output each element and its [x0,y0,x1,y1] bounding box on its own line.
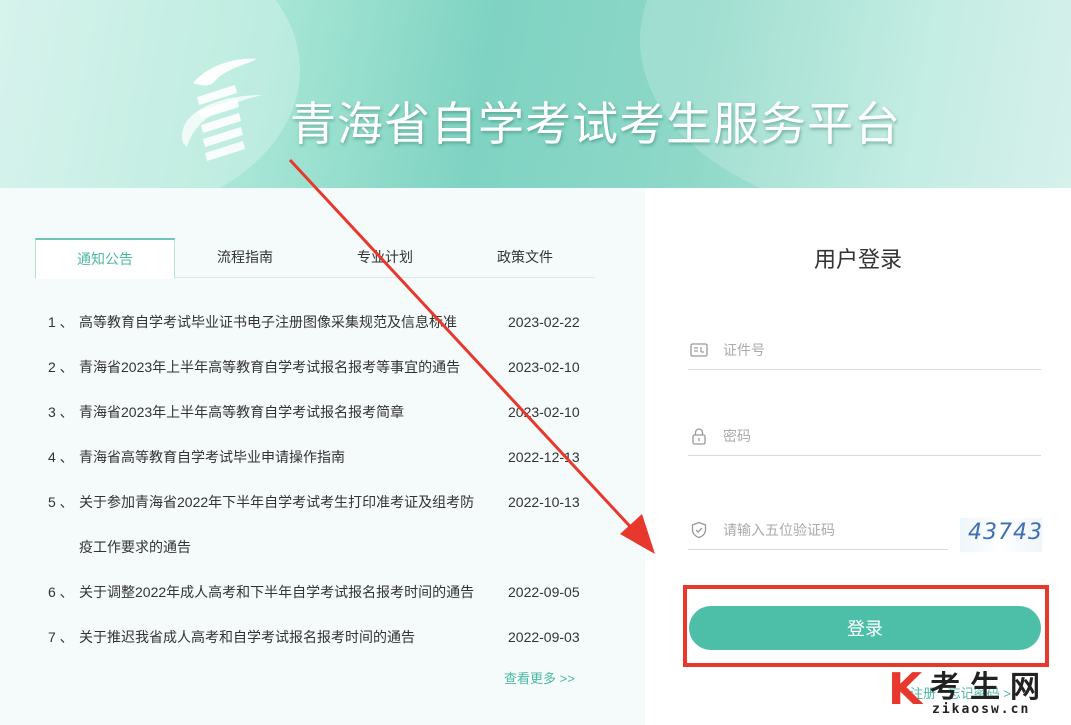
shield-check-icon [691,521,707,539]
list-item-number: 2 、 [48,359,74,375]
id-number-field [688,330,1041,370]
tab-policy-documents[interactable]: 政策文件 [455,238,595,279]
login-title: 用户登录 [813,247,902,272]
zikao-logo-icon [181,58,263,161]
list-item-link[interactable]: 关于调整2022年成人高考和下半年自学考试报名报考时间的通告 [79,570,479,615]
list-item-date: 2022-09-05 [508,584,580,600]
tab-major-plans[interactable]: 专业计划 [315,238,455,279]
list-item-date: 2023-02-10 [508,359,580,375]
list-item: 4 、 青海省高等教育自学考试毕业申请操作指南 2022-12-13 [48,435,608,480]
lock-icon [692,428,706,445]
watermark-site: zikaosw.cn [932,702,1031,717]
list-item-number: 5 、 [48,494,74,510]
list-item: 2 、 青海省2023年上半年高等教育自学考试报名报考等事宜的通告 2023-0… [48,345,608,390]
tab-notices[interactable]: 通知公告 [35,238,175,279]
list-item-number: 1 、 [48,314,74,330]
list-item-date: 2022-09-03 [508,629,580,645]
list-item-date: 2022-12-13 [508,449,580,465]
list-item-date: 2023-02-22 [508,314,580,330]
watermark-logo: K 考生网 zikaosw.cn [888,662,1068,722]
list-item-link[interactable]: 青海省高等教育自学考试毕业申请操作指南 [79,435,479,480]
id-card-icon [690,343,708,357]
captcha-field [688,510,948,550]
tab-process-guide[interactable]: 流程指南 [175,238,315,279]
watermark-chinese: 考生网 [930,670,1050,705]
list-item: 1 、 高等教育自学考试毕业证书电子注册图像采集规范及信息标准 2023-02-… [48,300,608,345]
header-banner: 青海省自学考试考生服务平台 [0,0,1071,188]
list-item-number: 4 、 [48,449,74,465]
list-item-number: 3 、 [48,404,74,420]
list-item-link[interactable]: 关于推迟我省成人高考和自学考试报名报考时间的通告 [79,615,479,660]
captcha-input[interactable] [723,518,948,542]
list-item-link[interactable]: 青海省2023年上半年高等教育自学考试报名报考简章 [79,390,479,435]
list-item: 7 、 关于推迟我省成人高考和自学考试报名报考时间的通告 2022-09-03 [48,615,608,660]
login-panel: 用户登录 43743 登录 [645,188,1071,725]
list-item-number: 6 、 [48,584,74,600]
list-item: 3 、 青海省2023年上半年高等教育自学考试报名报考简章 2023-02-10 [48,390,608,435]
list-item-link[interactable]: 青海省2023年上半年高等教育自学考试报名报考等事宜的通告 [79,345,479,390]
watermark-letter: K [888,664,923,715]
list-item-number: 7 、 [48,629,74,645]
list-item: 6 、 关于调整2022年成人高考和下半年自学考试报名报考时间的通告 2022-… [48,570,608,615]
site-title: 青海省自学考试考生服务平台 [290,97,901,151]
password-field [688,416,1041,456]
news-list: 1 、 高等教育自学考试毕业证书电子注册图像采集规范及信息标准 2023-02-… [48,300,608,660]
news-tabs: 通知公告 流程指南 专业计划 政策文件 [35,238,595,279]
id-number-input[interactable] [723,338,1023,362]
list-item-date: 2023-02-10 [508,404,580,420]
list-item: 5 、 关于参加青海省2022年下半年自学考试考生打印准考证及组考防疫工作要求的… [48,480,608,570]
captcha-code: 43743 [968,520,1043,545]
view-more-link[interactable]: 查看更多 >> [504,668,575,687]
list-item-date: 2022-10-13 [508,494,580,510]
list-item-link[interactable]: 高等教育自学考试毕业证书电子注册图像采集规范及信息标准 [79,300,479,345]
list-item-link[interactable]: 关于参加青海省2022年下半年自学考试考生打印准考证及组考防疫工作要求的通告 [79,480,479,570]
login-button[interactable]: 登录 [689,606,1041,650]
password-input[interactable] [723,424,1023,448]
captcha-image[interactable]: 43743 [960,518,1042,552]
news-panel: 通知公告 流程指南 专业计划 政策文件 1 、 高等教育自学考试毕业证书电子注册… [0,188,645,725]
